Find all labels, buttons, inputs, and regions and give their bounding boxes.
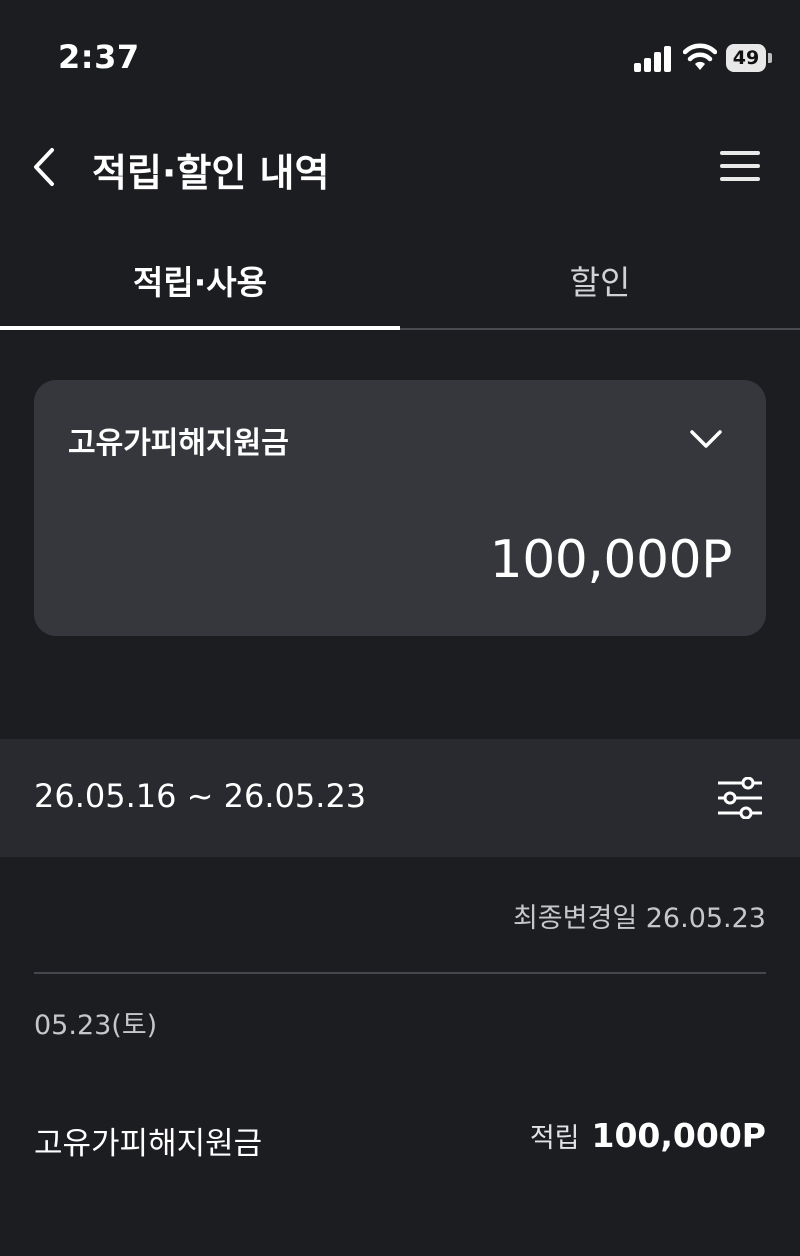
status-time: 2:37 <box>58 38 140 76</box>
divider <box>34 972 766 974</box>
history-row: 고유가피해지원금 적립 100,000P <box>34 1108 766 1168</box>
history-item-type: 적립 <box>529 1123 580 1154</box>
tab-discount[interactable]: 할인 <box>400 232 800 328</box>
date-range: 26.05.16 ~ 26.05.23 <box>34 777 367 815</box>
last-modified-date: 최종변경일 26.05.23 <box>512 903 766 934</box>
point-type-select[interactable]: 고유가피해지원금 <box>68 418 289 462</box>
history-item-amount: 100,000P <box>591 1116 767 1155</box>
wifi-icon <box>683 43 717 70</box>
battery-icon: 49 <box>726 44 772 72</box>
hamburger-menu-icon[interactable] <box>718 146 762 186</box>
status-bar: 2:37 49 <box>0 0 800 110</box>
history-item-name: 고유가피해지원금 <box>34 1126 263 1162</box>
app-header: 적립·할인 내역 <box>0 120 800 216</box>
page-title: 적립·할인 내역 <box>92 151 330 195</box>
cellular-signal-icon <box>634 46 674 72</box>
filter-settings-icon[interactable] <box>716 777 764 819</box>
date-filter-bar[interactable]: 26.05.16 ~ 26.05.23 <box>0 739 800 857</box>
battery-level: 49 <box>726 44 766 72</box>
history-date-label: 05.23(토) <box>34 1010 158 1041</box>
tab-earn-use[interactable]: 적립·사용 <box>0 232 400 330</box>
history-item-detail: 적립 100,000P <box>530 1116 766 1155</box>
point-history-screen: 2:37 49 적립·할인 내역 적립·사용 할인 고유가피해지원금 100,0… <box>0 0 800 1256</box>
back-icon[interactable] <box>26 144 66 190</box>
point-type-card[interactable]: 고유가피해지원금 100,000P <box>34 380 766 636</box>
point-balance: 100,000P <box>489 530 733 590</box>
tab-bar: 적립·사용 할인 <box>0 232 800 330</box>
chevron-down-icon[interactable] <box>688 426 724 452</box>
